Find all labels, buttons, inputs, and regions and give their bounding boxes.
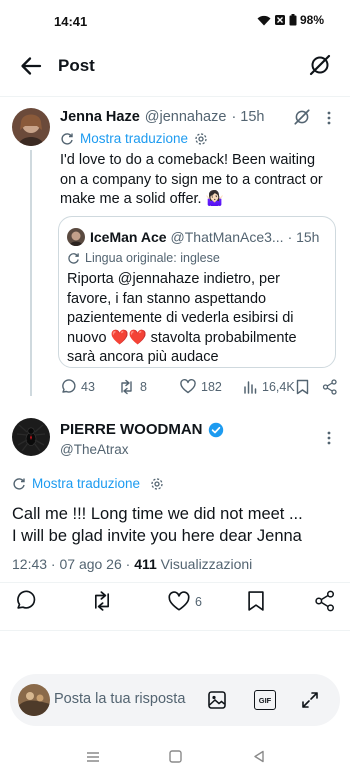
verified-badge-icon bbox=[208, 422, 224, 438]
quote-author-name: IceMan Ace bbox=[90, 229, 167, 245]
status-time: 14:41 bbox=[54, 14, 88, 29]
post-time: · 15h bbox=[231, 109, 265, 125]
settings-icon[interactable] bbox=[150, 477, 164, 491]
reply-composer[interactable]: Posta la tua risposta GIF bbox=[10, 674, 340, 726]
author-name[interactable]: Jenna Haze bbox=[60, 109, 140, 125]
views-label: Visualizzazioni bbox=[156, 556, 253, 572]
share-icon[interactable] bbox=[322, 379, 338, 395]
avatar-jenna[interactable] bbox=[12, 108, 50, 146]
repost-count: 8 bbox=[140, 380, 147, 394]
post-meta: 12:43 · 07 ago 26 · 411 Visualizzazioni bbox=[12, 556, 252, 572]
translate-icon bbox=[60, 132, 74, 146]
author-handle[interactable]: @jennahaze bbox=[145, 109, 227, 125]
gif-label: GIF bbox=[258, 695, 272, 705]
wifi-icon bbox=[257, 15, 271, 26]
more-options-icon[interactable] bbox=[326, 430, 332, 446]
grok-icon[interactable] bbox=[293, 108, 311, 126]
repost-icon bbox=[118, 379, 135, 395]
bookmark-icon[interactable] bbox=[296, 379, 309, 395]
author-name[interactable]: PIERRE WOODMAN bbox=[60, 421, 203, 438]
like-count: 6 bbox=[195, 594, 202, 609]
views-icon bbox=[243, 379, 257, 394]
more-options-icon[interactable] bbox=[326, 110, 332, 126]
quote-text: Riporta @jennahaze indietro, per favore,… bbox=[67, 270, 329, 368]
show-translation-link[interactable]: Mostra traduzione bbox=[80, 131, 188, 146]
main-post-text: Call me !!! Long time we did not meet ..… bbox=[12, 503, 347, 547]
views-action[interactable]: 16,4K bbox=[243, 379, 295, 394]
original-language-row: Lingua originale: inglese bbox=[67, 251, 220, 265]
reply-icon[interactable] bbox=[14, 590, 36, 612]
like-count: 182 bbox=[201, 379, 222, 394]
settings-icon[interactable] bbox=[194, 132, 208, 146]
heart-icon bbox=[168, 591, 190, 612]
author-handle[interactable]: @TheAtrax bbox=[60, 442, 128, 457]
like-action[interactable]: 6 bbox=[168, 591, 202, 612]
page-title: Post bbox=[58, 56, 95, 75]
reply-count: 43 bbox=[81, 380, 95, 394]
grok-icon[interactable] bbox=[308, 53, 332, 77]
avatar-iceman bbox=[67, 228, 85, 246]
back-nav-icon[interactable] bbox=[253, 750, 265, 763]
quote-time: · 15h bbox=[287, 229, 320, 245]
translate-row: Mostra traduzione bbox=[60, 131, 208, 146]
no-sim-icon bbox=[274, 14, 286, 26]
header-divider bbox=[0, 96, 350, 97]
quoted-post[interactable]: IceMan Ace @ThatManAce3... · 15h Lingua … bbox=[58, 216, 336, 368]
avatar-pierre[interactable] bbox=[12, 418, 50, 456]
text-line: pazientemente di vederla esibirsi di bbox=[67, 310, 294, 326]
reply-input[interactable]: Posta la tua risposta bbox=[54, 691, 185, 707]
like-action[interactable]: 182 bbox=[180, 379, 222, 394]
home-nav-icon[interactable] bbox=[169, 750, 182, 763]
original-language: Lingua originale: inglese bbox=[85, 251, 220, 265]
meta-divider bbox=[0, 582, 350, 583]
menu-nav-icon[interactable] bbox=[86, 751, 100, 763]
battery-icon bbox=[289, 14, 297, 26]
post-timestamp: 12:43 · 07 ago 26 · bbox=[12, 556, 135, 572]
reply-header: Jenna Haze @jennahaze · 15h bbox=[60, 109, 265, 125]
main-author-row: PIERRE WOODMAN bbox=[60, 421, 224, 438]
back-arrow-icon[interactable] bbox=[18, 54, 44, 78]
translate-icon bbox=[12, 477, 26, 491]
image-icon[interactable] bbox=[207, 690, 227, 710]
thread-line bbox=[30, 150, 32, 396]
text-line: Riporta @jennahaze indietro, per bbox=[67, 271, 281, 287]
quote-author-handle: @ThatManAce3... bbox=[170, 229, 284, 245]
actions-divider bbox=[0, 630, 350, 631]
translate-icon bbox=[67, 252, 80, 265]
reply-action[interactable]: 43 bbox=[60, 379, 95, 395]
quote-header: IceMan Ace @ThatManAce3... · 15h bbox=[90, 229, 319, 245]
repost-action[interactable]: 8 bbox=[118, 379, 147, 395]
gif-icon[interactable]: GIF bbox=[254, 690, 276, 710]
views-count: 411 bbox=[134, 556, 157, 572]
share-icon[interactable] bbox=[314, 590, 336, 612]
text-line: nuovo ❤️❤️ stavolta probabilmente bbox=[67, 329, 297, 346]
text-line: make me a solid offer. 🤷🏻‍♀️ bbox=[60, 191, 224, 207]
text-line: sarà ancora più audace bbox=[67, 349, 219, 365]
text-line: favore, i fan stanno aspettando bbox=[67, 290, 267, 307]
reply-icon bbox=[60, 379, 76, 395]
avatar-self bbox=[18, 684, 50, 716]
text-line: I will be glad invite you here dear Jenn… bbox=[12, 527, 302, 545]
expand-icon[interactable] bbox=[300, 690, 320, 710]
bookmark-icon[interactable] bbox=[247, 590, 265, 612]
text-line: Call me !!! Long time we did not meet ..… bbox=[12, 505, 303, 523]
translate-row: Mostra traduzione bbox=[12, 476, 164, 491]
heart-icon bbox=[180, 379, 196, 394]
show-translation-link[interactable]: Mostra traduzione bbox=[32, 476, 140, 491]
battery-level: 98% bbox=[299, 13, 324, 27]
reply-text: I'd love to do a comeback! Been waiting … bbox=[60, 151, 345, 210]
text-line: I'd love to do a comeback! Been waiting bbox=[60, 152, 316, 168]
text-line: on a company to sign me to a contract or bbox=[60, 171, 323, 188]
status-icons: 98% bbox=[257, 13, 324, 27]
views-count: 16,4K bbox=[262, 379, 295, 394]
repost-icon[interactable] bbox=[90, 590, 114, 612]
